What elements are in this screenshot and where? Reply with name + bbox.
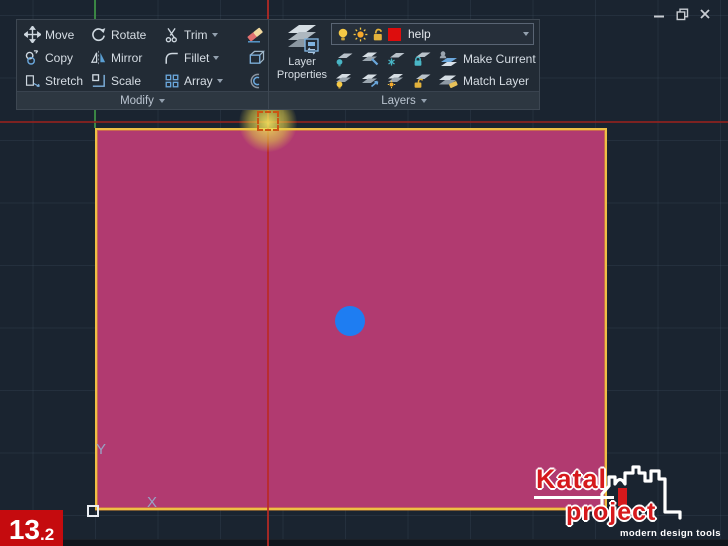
explode-button[interactable] (242, 49, 268, 66)
copy-button[interactable]: Copy (24, 49, 90, 66)
crosshair-horizontal-line (0, 121, 728, 123)
erase-button[interactable] (242, 26, 268, 44)
match-layer-label: Match Layer (463, 73, 530, 88)
layers-panel-title[interactable]: Layers (269, 91, 539, 109)
layer-off-icon (336, 53, 353, 67)
modify-panel-title-label: Modify (120, 94, 154, 107)
scale-button[interactable]: Scale (90, 72, 164, 89)
layer-unisolate-button[interactable] (359, 71, 381, 90)
make-current-button[interactable]: Make Current (437, 50, 536, 68)
mirror-icon (90, 50, 106, 65)
rotate-button[interactable]: Rotate (90, 26, 164, 43)
layer-isolate-icon (362, 52, 379, 66)
layer-freeze-button[interactable] (385, 49, 407, 68)
layer-properties-label: Layer Properties (276, 56, 328, 81)
ribbon: Move Rotate Trim Copy Mirror Fillet Stre… (16, 19, 540, 110)
ucs-x-axis-label: X (147, 494, 158, 511)
trim-dropdown-arrow-icon[interactable] (211, 32, 218, 37)
layer-dropdown[interactable]: help (331, 23, 534, 45)
layer-color-swatch (388, 27, 401, 41)
ucs-origin-box (87, 505, 99, 517)
layer-properties-button[interactable]: Layer Properties (273, 22, 331, 92)
all-layers-on-icon (336, 74, 351, 89)
logo-subtitle: project (566, 498, 657, 526)
move-label: Move (45, 27, 75, 42)
fillet-icon (165, 52, 178, 64)
move-icon (24, 26, 41, 43)
katal-project-logo: Katal project modern design tools (528, 458, 726, 544)
stretch-button[interactable]: Stretch (24, 72, 90, 89)
make-current-label: Make Current (463, 51, 536, 66)
thaw-all-layers-button[interactable] (385, 71, 407, 90)
layer-lock-icon (414, 52, 431, 66)
autocad-window: Y X 13.2 Katal project modern design too… (0, 0, 728, 546)
array-button[interactable]: Array (164, 73, 242, 89)
step-sub-number: .2 (39, 525, 55, 544)
modify-panel-expand-icon (158, 98, 165, 103)
rotate-icon (92, 28, 106, 42)
layer-isolate-button[interactable] (359, 49, 381, 68)
erase-icon (247, 27, 263, 43)
layer-unlock-button[interactable] (411, 71, 433, 90)
trim-button[interactable]: Trim (164, 27, 242, 43)
array-icon (165, 74, 179, 87)
scale-icon (92, 74, 105, 87)
layer-on-bulb-icon (338, 28, 348, 40)
modify-panel: Move Rotate Trim Copy Mirror Fillet Stre… (17, 20, 269, 109)
mirror-button[interactable]: Mirror (90, 49, 164, 66)
offset-icon (250, 73, 260, 88)
copy-icon (25, 50, 39, 65)
logo-title: Katal (536, 464, 608, 494)
logo-tagline: modern design tools (619, 528, 721, 539)
layer-properties-icon (288, 25, 319, 55)
layer-freeze-icon (388, 53, 405, 66)
layer-dropdown-arrow-icon[interactable] (523, 32, 529, 36)
cursor-pickbox[interactable] (257, 111, 279, 131)
mirror-label: Mirror (111, 50, 143, 65)
layer-unlock-small-icon (414, 74, 431, 88)
ucs-y-axis-label: Y (96, 441, 107, 458)
layer-unisolate-icon (362, 74, 379, 88)
move-button[interactable]: Move (24, 26, 90, 43)
step-number: 13 (8, 514, 40, 545)
layer-off-button[interactable] (333, 49, 355, 68)
thaw-all-layers-icon (387, 74, 403, 89)
layer-unlock-icon (373, 28, 382, 40)
layers-panel-title-label: Layers (381, 94, 416, 107)
array-label: Array (184, 73, 213, 88)
layers-panel-expand-icon (420, 98, 427, 103)
rotate-label: Rotate (111, 27, 147, 42)
fillet-button[interactable]: Fillet (164, 50, 242, 66)
offset-button[interactable] (242, 72, 268, 90)
fillet-label: Fillet (184, 50, 210, 65)
close-icon[interactable] (698, 7, 712, 21)
turn-all-layers-on-button[interactable] (333, 71, 355, 90)
modify-panel-title[interactable]: Modify (17, 91, 268, 109)
trim-icon (165, 27, 177, 42)
match-layer-button[interactable]: Match Layer (437, 72, 529, 90)
layer-lock-button[interactable] (411, 49, 433, 68)
match-layer-icon (439, 75, 458, 88)
window-controls (652, 6, 712, 22)
layers-panel: Layer Properties help Make Current Match… (269, 20, 539, 109)
explode-icon (249, 50, 265, 64)
step-number-badge: 13.2 (0, 510, 63, 546)
minimize-icon[interactable] (652, 7, 666, 21)
restore-icon[interactable] (675, 7, 689, 21)
scale-label: Scale (111, 73, 142, 88)
copy-label: Copy (45, 50, 74, 65)
current-layer-name: help (408, 27, 431, 41)
array-dropdown-arrow-icon[interactable] (216, 78, 223, 83)
fillet-dropdown-arrow-icon[interactable] (213, 55, 220, 60)
stretch-label: Stretch (45, 73, 84, 88)
layer-thaw-sun-icon (353, 27, 368, 41)
trim-label: Trim (184, 27, 208, 42)
stretch-icon (25, 75, 40, 88)
make-current-icon (439, 50, 457, 66)
circle-object[interactable] (335, 306, 365, 336)
